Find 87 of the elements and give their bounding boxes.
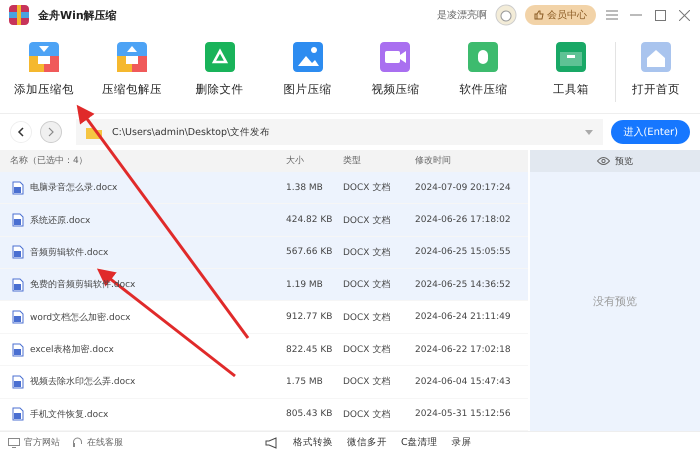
- file-modified: 2024-06-22 17:02:18: [415, 344, 512, 355]
- file-name: excel表格加密.docx: [30, 344, 114, 356]
- preview-title: 预览: [615, 156, 633, 168]
- file-size: 1.19 MB: [286, 280, 324, 290]
- file-size: 1.75 MB: [286, 376, 324, 387]
- file-name: word文档怎么加密.docx: [30, 312, 130, 324]
- status-link[interactable]: 在线客服: [72, 436, 123, 449]
- toolbox-icon: [554, 40, 588, 74]
- eye-icon: [597, 157, 610, 165]
- headset-icon: [72, 437, 83, 448]
- image-icon: [290, 40, 325, 74]
- toolbar-button[interactable]: 压缩包解压: [88, 34, 176, 110]
- file-size: 912.77 KB: [286, 312, 334, 322]
- toolbar-button[interactable]: 删除文件: [176, 34, 264, 110]
- path-text: C:\Users\admin\Desktop\文件发布: [112, 126, 272, 138]
- maximize-icon[interactable]: [652, 7, 668, 23]
- monitor-icon: [8, 438, 20, 448]
- toolbar-button[interactable]: 图片压缩: [264, 34, 352, 110]
- file-modified: 2024-06-25 14:36:52: [415, 280, 512, 290]
- folder-icon: [86, 126, 102, 138]
- file-type: DOCX 文档: [343, 376, 392, 388]
- app-logo-icon: [8, 4, 30, 26]
- toolbar-button[interactable]: 视频压缩: [352, 34, 440, 110]
- word-document-icon: [12, 407, 24, 422]
- toolbar-button[interactable]: 软件压缩: [439, 34, 528, 110]
- thumbs-up-icon: [534, 10, 544, 20]
- file-row[interactable]: 手机文件恢复.docx 805.43 KB DOCX 文档 2024-05-31 15:12:56: [0, 398, 528, 432]
- archive-extract-icon: [114, 40, 149, 74]
- toolbar-button[interactable]: 添加压缩包: [0, 34, 88, 110]
- file-modified: 2024-06-04 15:47:43: [415, 376, 512, 387]
- word-document-icon: [12, 213, 24, 227]
- forward-button[interactable]: [40, 121, 62, 143]
- file-type: DOCX 文档: [343, 408, 392, 421]
- word-document-icon: [12, 278, 24, 292]
- home-icon: [639, 40, 674, 74]
- user-name: 是凌漂亮啊: [437, 8, 487, 22]
- file-name: 手机文件恢复.docx: [30, 408, 108, 421]
- file-name: 电脑录音怎么录.docx: [30, 182, 118, 194]
- chevron-left-icon: [17, 127, 25, 137]
- column-header[interactable]: 修改时间: [415, 154, 528, 168]
- path-field[interactable]: C:\Users\admin\Desktop\文件发布: [76, 119, 604, 145]
- status-tool-link[interactable]: C盘清理: [401, 436, 438, 449]
- word-document-icon: [12, 245, 24, 260]
- chevron-right-icon: [47, 127, 55, 137]
- file-type: DOCX 文档: [343, 214, 392, 226]
- status-tool-link[interactable]: 微信多开: [347, 436, 387, 449]
- file-name: 音频剪辑软件.docx: [30, 246, 108, 259]
- vip-center-button[interactable]: 会员中心: [525, 5, 596, 25]
- file-name: 视频去除水印怎么弄.docx: [30, 376, 136, 388]
- archive-add-icon: [26, 40, 61, 74]
- enter-button[interactable]: 进入(Enter): [611, 120, 690, 144]
- column-header[interactable]: 名称（已选中：4）: [10, 154, 286, 168]
- status-tool-link[interactable]: 格式转换: [293, 436, 333, 449]
- file-row[interactable]: 电脑录音怎么录.docx 1.38 MB DOCX 文档 2024-07-09 20:17:24: [0, 172, 528, 204]
- status-tool-link[interactable]: 录屏: [452, 436, 472, 449]
- file-type: DOCX 文档: [343, 312, 392, 324]
- file-row[interactable]: 音频剪辑软件.docx 567.66 KB DOCX 文档 2024-06-25 15:05:55: [0, 236, 528, 270]
- close-icon[interactable]: [676, 7, 692, 23]
- file-type: DOCX 文档: [343, 182, 392, 194]
- file-size: 805.43 KB: [286, 409, 334, 420]
- file-name: 系统还原.docx: [30, 214, 90, 226]
- word-document-icon: [12, 310, 24, 324]
- file-modified: 2024-07-09 20:17:24: [415, 182, 512, 193]
- app-title: 金舟Win解压缩: [38, 8, 117, 22]
- megaphone-icon: [265, 436, 279, 448]
- file-row[interactable]: 系统还原.docx 424.82 KB DOCX 文档 2024-06-26 17:18:02: [0, 204, 528, 237]
- file-size: 567.66 KB: [286, 247, 334, 258]
- file-type: DOCX 文档: [343, 278, 392, 292]
- back-button[interactable]: [10, 121, 32, 143]
- file-type: DOCX 文档: [343, 344, 392, 356]
- file-modified: 2024-06-25 15:05:55: [415, 247, 512, 258]
- file-size: 424.82 KB: [286, 215, 334, 225]
- status-link[interactable]: 官方网站: [8, 436, 60, 449]
- avatar-icon[interactable]: [495, 4, 517, 26]
- column-header[interactable]: 大小: [286, 154, 343, 168]
- column-header[interactable]: 类型: [343, 154, 415, 168]
- file-type: DOCX 文档: [343, 246, 392, 259]
- file-size: 822.45 KB: [286, 344, 334, 355]
- file-modified: 2024-06-24 21:11:49: [415, 312, 512, 322]
- video-icon: [378, 40, 412, 74]
- word-document-icon: [12, 180, 24, 195]
- word-document-icon: [12, 374, 24, 389]
- word-document-icon: [12, 342, 24, 357]
- file-modified: 2024-05-31 15:12:56: [415, 409, 512, 420]
- file-size: 1.38 MB: [286, 182, 324, 193]
- file-modified: 2024-06-26 17:18:02: [415, 215, 512, 225]
- no-preview-text: 没有预览: [593, 294, 637, 309]
